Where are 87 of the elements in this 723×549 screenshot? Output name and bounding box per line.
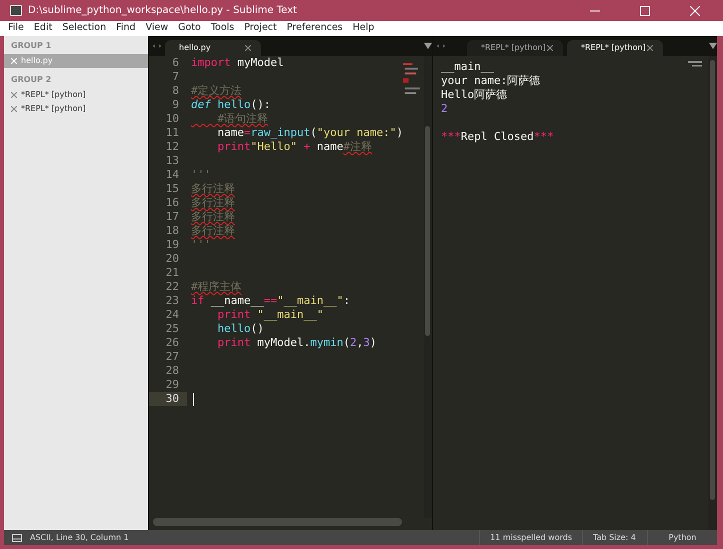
close-icon xyxy=(647,45,653,51)
menu-item[interactable]: Selection xyxy=(62,21,106,36)
menu-item[interactable]: Project xyxy=(244,21,277,36)
output-line: ***Repl Closed*** xyxy=(440,129,554,144)
menu-item[interactable]: File xyxy=(8,21,24,36)
menu-item[interactable]: Find xyxy=(116,21,136,36)
code-line: print"Hello" + name#注释 xyxy=(216,140,372,154)
line-number: 6 xyxy=(171,56,180,70)
code-line: print myModel.mymin(2,3) xyxy=(216,336,376,350)
horizontal-scrollbar[interactable] xyxy=(153,518,402,526)
status-text[interactable]: Tab Size: 4 xyxy=(582,530,647,545)
editor-tab[interactable]: *REPL* [python] xyxy=(567,40,663,56)
close-icon xyxy=(11,106,17,112)
code-line: #语句注释 xyxy=(216,112,268,126)
line-number: 11 xyxy=(164,126,180,140)
line-number: 30 xyxy=(149,392,187,406)
close-icon xyxy=(245,45,251,51)
line-number: 7 xyxy=(171,70,180,84)
group-label: GROUP 2 xyxy=(10,74,52,86)
line-number: 22 xyxy=(164,280,180,294)
code-line: name=raw_input("your name:") xyxy=(216,126,403,140)
line-number: 19 xyxy=(164,238,180,252)
line-number: 13 xyxy=(164,154,180,168)
line-number: 14 xyxy=(164,168,180,182)
line-number: 8 xyxy=(171,84,180,98)
close-icon xyxy=(11,58,17,64)
code-line: 多行注释 xyxy=(190,224,235,238)
window-title: D:\sublime_python_workspace\hello.py - Sublime Text xyxy=(28,4,298,18)
group-label: GROUP 1 xyxy=(10,40,52,52)
line-number: 12 xyxy=(164,140,180,154)
output-line: your name:阿萨德 xyxy=(440,74,540,88)
line-number: 29 xyxy=(164,378,180,392)
text-cursor xyxy=(193,392,194,406)
code-line: 多行注释 xyxy=(190,210,235,224)
line-number: 18 xyxy=(164,224,180,238)
menu-item[interactable]: Preferences xyxy=(286,21,343,36)
line-number: 28 xyxy=(164,364,180,378)
panel-icon xyxy=(12,534,22,542)
menu-item[interactable]: Tools xyxy=(210,21,234,36)
code-line: 多行注释 xyxy=(190,196,235,210)
pane-arrows-icon xyxy=(153,42,161,50)
code-line: hello() xyxy=(216,322,264,336)
code-line: def hello(): xyxy=(190,98,270,112)
line-number: 27 xyxy=(164,350,180,364)
close-icon xyxy=(11,92,17,98)
line-number: 23 xyxy=(164,294,180,308)
code-line: #定义方法 xyxy=(190,84,242,98)
code-line: ''' xyxy=(190,238,211,252)
menu-item[interactable]: Edit xyxy=(34,21,52,36)
line-number: 15 xyxy=(164,182,180,196)
line-number: 17 xyxy=(164,210,180,224)
menu-item[interactable]: Help xyxy=(352,21,374,36)
line-number: 9 xyxy=(171,98,180,112)
line-number: 10 xyxy=(164,112,180,126)
sidebar-file[interactable]: *REPL* [python] xyxy=(4,102,148,116)
editor-tab[interactable]: *REPL* [python] xyxy=(467,40,563,56)
code-line: import myModel xyxy=(190,56,284,70)
code-line: #程序主体 xyxy=(190,280,242,294)
close-icon xyxy=(690,6,700,16)
line-number: 24 xyxy=(164,308,180,322)
output-line: Hello阿萨德 xyxy=(440,88,508,102)
line-number: 21 xyxy=(164,266,180,280)
code-line: print "__main__" xyxy=(216,308,324,322)
status-text[interactable]: Python xyxy=(647,530,717,545)
menu-item[interactable]: Goto xyxy=(178,21,201,36)
pane-arrows-icon xyxy=(437,42,445,50)
dropdown-icon xyxy=(709,42,717,50)
output-line: __main__ xyxy=(440,60,494,74)
dropdown-icon xyxy=(424,42,432,50)
app-icon xyxy=(10,5,22,16)
scrollbar-thumb[interactable] xyxy=(710,60,715,500)
editor-tab[interactable]: hello.py xyxy=(165,40,261,56)
maximize-icon xyxy=(640,6,650,16)
code-line: 多行注释 xyxy=(190,182,235,196)
close-icon xyxy=(547,45,553,51)
status-text: 11 misspelled words xyxy=(479,530,582,545)
line-number: 16 xyxy=(164,196,180,210)
menu-item[interactable]: View xyxy=(146,21,168,36)
status-text: ASCII, Line 30, Column 1 xyxy=(30,532,130,544)
line-number: 25 xyxy=(164,322,180,336)
code-line: ''' xyxy=(190,168,211,182)
output-line: 2 xyxy=(440,102,448,116)
code-line: if __name__=="__main__": xyxy=(190,294,350,308)
line-number: 26 xyxy=(164,336,180,350)
scrollbar-thumb[interactable] xyxy=(425,126,430,336)
line-number: 20 xyxy=(164,252,180,266)
sidebar-file[interactable]: *REPL* [python] xyxy=(4,88,148,102)
